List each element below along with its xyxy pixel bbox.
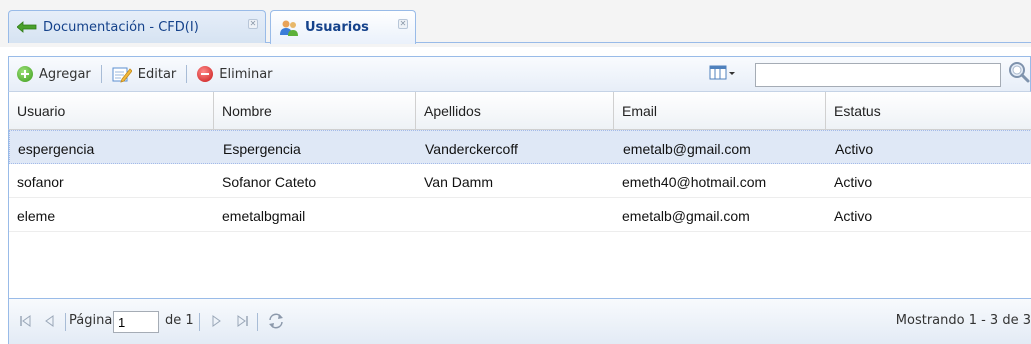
cell-apellidos xyxy=(416,198,614,232)
cell-email: emetalb@gmail.com xyxy=(622,208,750,224)
first-page-icon[interactable] xyxy=(19,314,33,328)
toolbar-separator xyxy=(186,65,188,83)
cell-nombre: emetalbgmail xyxy=(222,208,306,224)
column-header-nombre[interactable]: Nombre xyxy=(214,92,416,130)
refresh-icon[interactable] xyxy=(267,312,285,330)
edit-button[interactable]: Editar xyxy=(108,62,181,86)
cell-apellidos: Vanderckercoff xyxy=(425,141,518,157)
paging-toolbar: Página de 1 Mostrando 1 - 3 de 3 xyxy=(8,298,1031,344)
toolbar-separator xyxy=(100,65,102,83)
close-icon[interactable]: ✕ xyxy=(248,19,258,29)
cell-email: emeth40@hotmail.com xyxy=(622,174,767,190)
cell-usuario: sofanor xyxy=(17,174,64,190)
cell-nombre: Sofanor Cateto xyxy=(222,174,317,190)
paging-status: Mostrando 1 - 3 de 3 xyxy=(895,313,1031,328)
column-header-estatus[interactable]: Estatus xyxy=(826,92,1031,130)
column-header-usuario[interactable]: Usuario xyxy=(9,92,214,130)
table-row[interactable]: espergencia Espergencia Vanderckercoff e… xyxy=(9,130,1031,164)
edit-icon xyxy=(112,65,133,83)
table-row[interactable]: eleme emetalbgmail emetalb@gmail.com Act… xyxy=(9,198,1031,232)
columns-icon xyxy=(709,65,737,84)
pager-separator xyxy=(257,313,258,331)
column-header-apellidos[interactable]: Apellidos xyxy=(416,92,614,130)
add-icon xyxy=(17,66,33,82)
cell-estatus: Activo xyxy=(834,174,873,190)
page-count-label: de 1 xyxy=(165,313,194,328)
delete-button-label: Eliminar xyxy=(219,66,273,82)
back-arrow-icon xyxy=(16,21,37,33)
add-button[interactable]: Agregar xyxy=(13,62,95,86)
cell-usuario: espergencia xyxy=(18,141,95,157)
last-page-icon[interactable] xyxy=(235,314,249,328)
page-label: Página xyxy=(69,313,113,328)
cell-usuario: eleme xyxy=(17,208,56,224)
tab-documentacion[interactable]: Documentación - CFD(I) ✕ xyxy=(8,10,266,43)
column-menu-button[interactable] xyxy=(709,63,749,85)
add-button-label: Agregar xyxy=(39,66,91,82)
grid-body: espergencia Espergencia Vanderckercoff e… xyxy=(8,130,1031,298)
cell-apellidos: Van Damm xyxy=(424,174,493,190)
cell-nombre: Espergencia xyxy=(223,141,301,157)
search-button[interactable] xyxy=(1007,60,1031,84)
tab-documentacion-label: Documentación - CFD(I) xyxy=(43,19,199,35)
grid-header: Usuario Nombre Apellidos Email Estatus xyxy=(8,92,1031,130)
delete-button[interactable]: Eliminar xyxy=(193,62,276,86)
cell-estatus: Activo xyxy=(835,141,874,157)
tab-usuarios-label: Usuarios xyxy=(305,20,369,35)
delete-icon xyxy=(197,66,214,82)
column-header-email[interactable]: Email xyxy=(614,92,826,130)
pager-separator xyxy=(199,313,200,331)
cell-estatus: Activo xyxy=(834,208,873,224)
users-icon xyxy=(279,19,299,37)
edit-button-label: Editar xyxy=(137,66,177,82)
close-icon[interactable]: ✕ xyxy=(398,19,408,29)
prev-page-icon[interactable] xyxy=(43,314,57,328)
tab-usuarios[interactable]: Usuarios ✕ xyxy=(270,10,416,44)
table-row[interactable]: sofanor Sofanor Cateto Van Damm emeth40@… xyxy=(9,164,1031,198)
next-page-icon[interactable] xyxy=(209,314,223,328)
pager-separator xyxy=(65,313,66,331)
cell-email: emetalb@gmail.com xyxy=(623,141,751,157)
grid-toolbar: Agregar Editar Eliminar xyxy=(8,56,1031,92)
page-number-input[interactable] xyxy=(113,311,159,333)
tab-strip: Documentación - CFD(I) ✕ Usuarios ✕ xyxy=(0,0,1031,47)
search-input[interactable] xyxy=(755,63,1001,87)
search-icon xyxy=(1007,62,1031,87)
